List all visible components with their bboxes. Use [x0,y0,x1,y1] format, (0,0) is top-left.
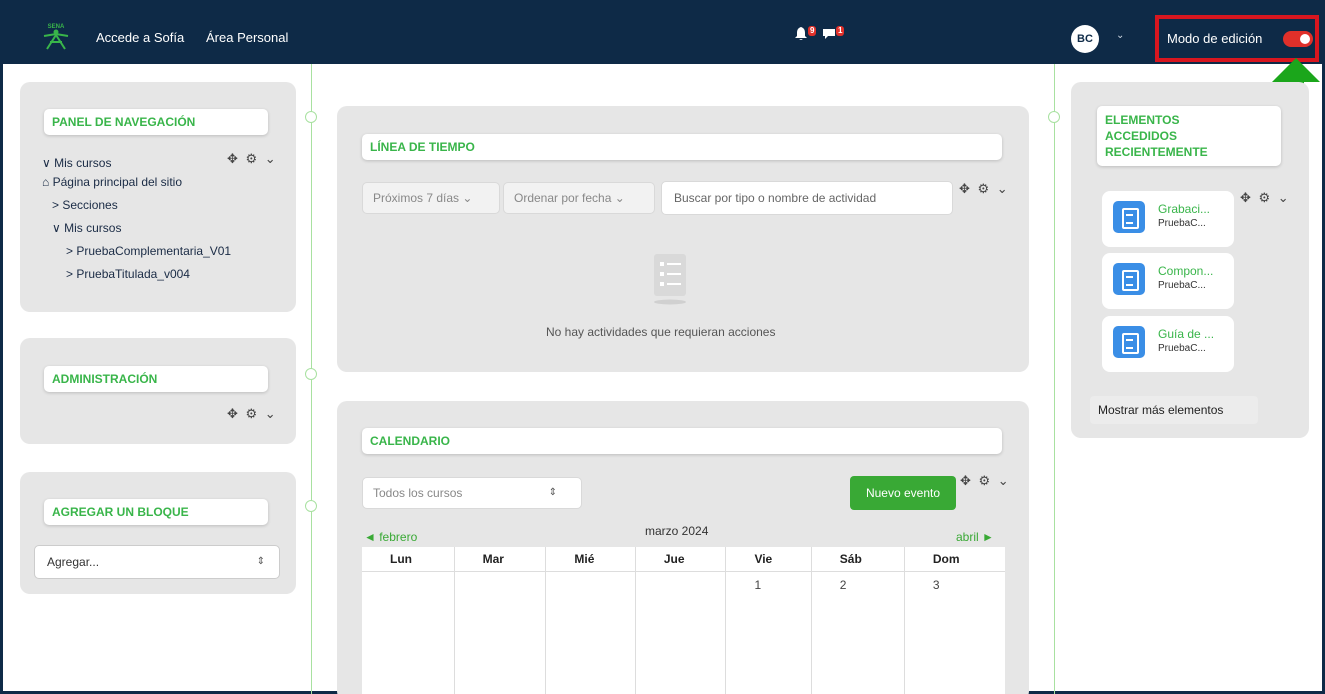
document-icon [1113,326,1145,358]
calendar-day-cell[interactable]: 1 [725,571,812,694]
recent-item-card[interactable]: Grabaci... PruebaC... [1102,191,1234,247]
chevron-down-icon: ⌄ [462,191,473,205]
navigation-tree: ∨ Mis cursos ⌂ Página principal del siti… [42,152,231,286]
new-event-button[interactable]: Nuevo evento [850,476,956,510]
nav-link-sofia[interactable]: Accede a Sofía [96,30,184,45]
calendar-day-cell[interactable] [545,571,636,694]
divider-node [1048,111,1060,123]
document-icon [1113,201,1145,233]
weekday-header: Vie [725,547,812,572]
weekday-header: Lun [362,547,455,572]
right-column-divider [1054,64,1055,694]
calendar-course-filter[interactable]: Todos los cursos ⇕ [362,477,582,509]
add-block-title: AGREGAR UN BLOQUE [44,499,268,525]
nav-item-course-1[interactable]: > PruebaComplementaria_V01 [42,240,231,263]
next-month-link[interactable]: abril ► [956,530,994,544]
current-month-label: marzo 2024 [645,524,709,538]
divider-node [305,368,317,380]
calendar-title: CALENDARIO [362,428,1002,454]
user-avatar[interactable]: BC [1071,25,1099,53]
nav-link-area-personal[interactable]: Área Personal [206,30,288,45]
divider-node [305,111,317,123]
prev-month-link[interactable]: ◄ febrero [364,530,417,544]
block-controls[interactable]: ✥ ⚙ ⌄ [227,406,278,422]
nav-item-my-courses-2[interactable]: ∨ Mis cursos [42,217,231,240]
chevron-down-icon: ∨ [42,156,51,170]
select-arrows-icon: ⇕ [548,487,557,498]
user-menu-chevron-down-icon[interactable]: ⌄ [1116,30,1124,41]
calendar-day-cell[interactable] [454,571,547,694]
nav-item-sections[interactable]: > Secciones [42,194,231,217]
document-icon [1113,263,1145,295]
timeline-search-input[interactable]: Buscar por tipo o nombre de actividad [661,181,953,215]
nav-item-course-2[interactable]: > PruebaTitulada_v004 [42,263,231,286]
timeline-range-filter[interactable]: Próximos 7 días ⌄ [362,182,500,214]
nav-item-site-home[interactable]: ⌂ Página principal del sitio [42,171,231,194]
notifications-bell-icon[interactable] [795,27,807,43]
administration-title: ADMINISTRACIÓN [44,366,268,392]
divider-node [305,500,317,512]
select-arrows-icon: ⇕ [256,556,265,567]
top-navbar: SENA Accede a Sofía Área Personal 9 1 BC… [0,0,1325,64]
calendar-grid: Lun Mar Mié Jue Vie Sáb Dom 1 2 3 [362,547,1005,694]
recent-item-card[interactable]: Guía de ... PruebaC... [1102,316,1234,372]
calendar-day-cell[interactable] [362,571,455,694]
message-count-badge: 1 [836,26,845,36]
weekday-header: Jue [635,547,727,572]
chevron-down-icon: ⌄ [614,191,625,205]
block-controls[interactable]: ✥ ⚙ ⌄ [227,151,278,167]
recent-item-card[interactable]: Compon... PruebaC... [1102,253,1234,309]
weekday-header: Dom [904,547,1005,572]
sena-logo[interactable]: SENA [38,20,74,50]
add-block-select[interactable]: Agregar... ⇕ [34,545,280,579]
show-more-items-button[interactable]: Mostrar más elementos [1090,396,1258,424]
block-controls[interactable]: ✥ ⚙ ⌄ [959,181,1010,197]
home-icon: ⌂ [42,175,50,189]
chevron-down-icon: ∨ [52,221,61,235]
calendar-day-cell[interactable] [635,571,727,694]
messages-icon[interactable] [822,28,836,43]
block-controls[interactable]: ✥ ⚙ ⌄ [960,473,1011,489]
calendar-day-cell[interactable]: 3 [904,571,1005,694]
timeline-sort-filter[interactable]: Ordenar por fecha ⌄ [503,182,655,214]
edit-mode-highlight-box [1155,15,1319,62]
weekday-header: Sáb [811,547,905,572]
notification-count-badge: 9 [808,26,817,36]
timeline-title: LÍNEA DE TIEMPO [362,134,1002,160]
recent-items-title: ELEMENTOS ACCEDIDOS RECIENTEMENTE [1097,106,1281,166]
weekday-header: Mié [545,547,636,572]
empty-list-icon [654,254,686,305]
calendar-day-cell[interactable]: 2 [811,571,905,694]
navigation-panel-title: PANEL DE NAVEGACIÓN [44,109,268,135]
svg-text:SENA: SENA [48,24,65,30]
weekday-header: Mar [454,547,547,572]
block-controls[interactable]: ✥ ⚙ ⌄ [1240,190,1291,206]
timeline-empty-message: No hay actividades que requieran accione… [546,325,776,339]
